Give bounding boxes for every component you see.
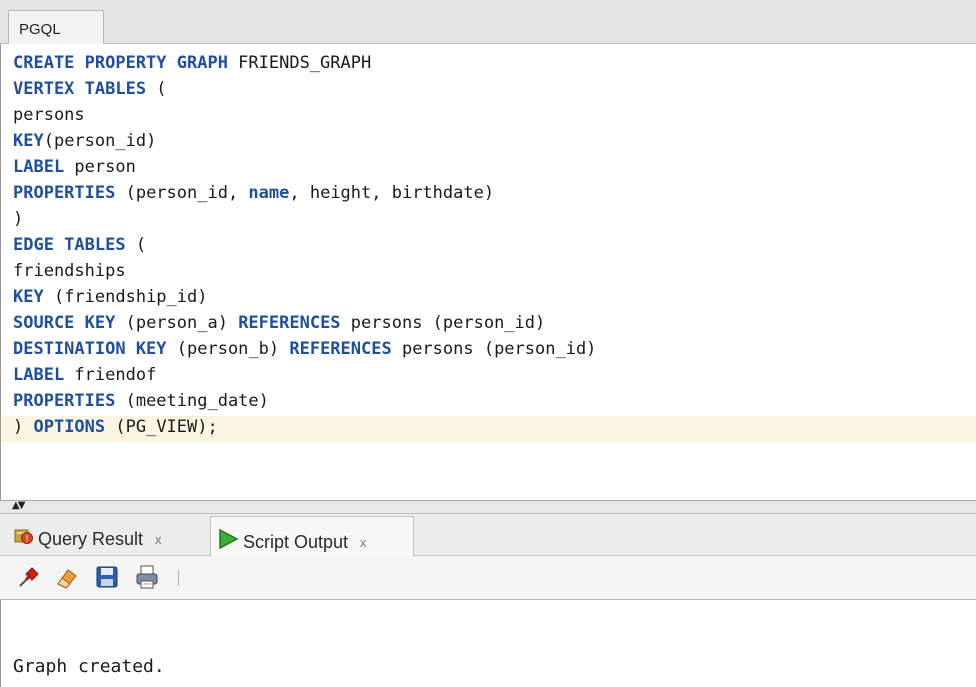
tab-query-result-label: Query Result [38,529,144,549]
splitter-arrows-icon[interactable]: ▲▼ [12,501,25,511]
print-icon[interactable] [134,564,160,590]
code-line[interactable]: PROPERTIES (meeting_date) [13,388,269,414]
code-text: person [64,157,136,177]
tab-script-output[interactable]: Script Output x [210,516,414,556]
svg-text:!: ! [25,535,29,545]
close-icon[interactable]: x [360,535,367,550]
code-text: (friendship_id) [43,287,208,307]
code-text: friendof [64,365,157,385]
code-line[interactable]: LABEL person [13,154,136,180]
code-keyword: KEY [13,131,44,151]
output-message: Graph created. [13,656,165,677]
code-keyword: KEY [13,287,44,307]
code-line[interactable]: ) OPTIONS (PG_VIEW); [13,414,218,440]
run-script-icon [217,528,239,555]
output-tab-strip: ! Query Result x Script Output x [0,514,976,556]
code-line[interactable]: friendships [13,258,126,284]
code-keyword: PROPERTIES [13,183,116,203]
panel-splitter[interactable]: ▲▼ [0,500,976,514]
code-text: ) [13,417,34,437]
code-keyword: VERTEX TABLES [13,79,147,99]
code-line[interactable]: KEY(person_id) [13,128,156,154]
code-keyword: EDGE TABLES [13,235,126,255]
code-text: friendships [13,261,126,281]
eraser-icon[interactable] [54,564,80,590]
save-icon[interactable] [94,564,120,590]
code-line[interactable]: PROPERTIES (person_id, name, height, bir… [13,180,494,206]
code-text: ) [13,209,24,229]
code-text: (person_b) [166,339,290,359]
code-text: (person_id, [115,183,249,203]
code-keyword: OPTIONS [33,417,106,437]
code-line[interactable]: ) [13,206,23,232]
code-text: ( [146,79,167,99]
code-line[interactable]: DESTINATION KEY (person_b) REFERENCES pe… [13,336,596,362]
code-text: , height, birthdate) [289,183,495,203]
code-keyword: CREATE PROPERTY GRAPH [13,53,228,73]
code-line[interactable]: EDGE TABLES ( [13,232,146,258]
code-text: (person_a) [115,313,239,333]
code-line[interactable]: VERTEX TABLES ( [13,76,167,102]
code-text: FRIENDS_GRAPH [227,53,372,73]
code-text: persons (person_id) [340,313,546,333]
code-keyword: LABEL [13,157,65,177]
code-keyword: REFERENCES [238,313,341,333]
code-line[interactable]: KEY (friendship_id) [13,284,207,310]
code-text: persons (person_id) [391,339,597,359]
tab-pgql-label: PGQL [19,21,61,38]
code-line[interactable]: CREATE PROPERTY GRAPH FRIENDS_GRAPH [13,50,371,76]
code-text: ( [125,235,147,255]
code-text: (meeting_date) [115,391,269,411]
code-line[interactable]: LABEL friendof [13,362,156,388]
code-keyword: DESTINATION KEY [13,339,167,359]
editor-tab-strip: PGQL [0,0,976,44]
code-keyword: PROPERTIES [13,391,116,411]
code-line[interactable]: SOURCE KEY (person_a) REFERENCES persons… [13,310,545,336]
tab-query-result[interactable]: ! Query Result x [4,516,210,556]
code-keyword: name [248,183,290,203]
code-keyword: LABEL [13,365,65,385]
output-toolbar [0,556,976,600]
code-editor[interactable]: CREATE PROPERTY GRAPH FRIENDS_GRAPH VERTE… [0,44,976,500]
code-keyword: SOURCE KEY [13,313,116,333]
code-text: persons [13,105,85,125]
script-output-area[interactable]: Graph created. [0,600,976,687]
close-icon[interactable]: x [155,532,162,547]
toolbar-separator [178,570,179,586]
query-result-icon: ! [14,527,34,550]
pin-icon[interactable] [16,564,42,590]
code-text: (PG_VIEW); [105,417,218,437]
tab-pgql[interactable]: PGQL [8,10,104,44]
code-line[interactable]: persons [13,102,85,128]
tab-script-output-label: Script Output [243,532,349,552]
code-keyword: REFERENCES [289,339,392,359]
code-text: (person_id) [43,131,157,151]
